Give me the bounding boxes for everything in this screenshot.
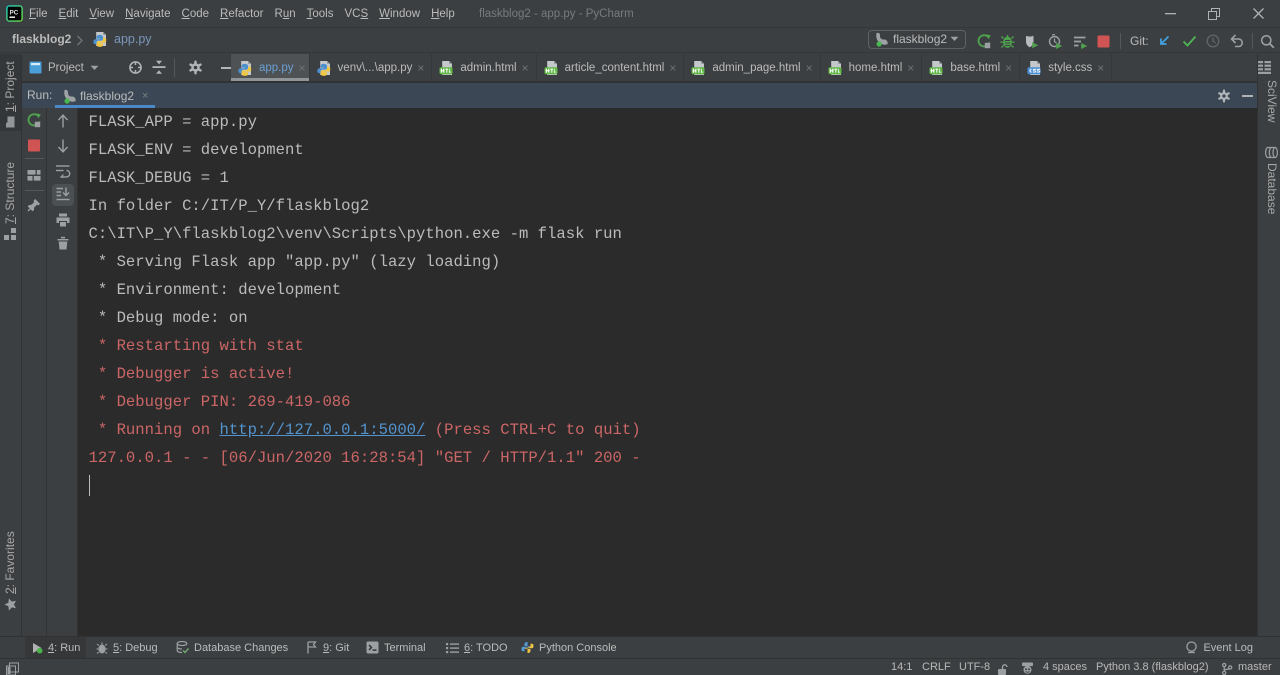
svg-text:PC: PC xyxy=(10,9,19,16)
